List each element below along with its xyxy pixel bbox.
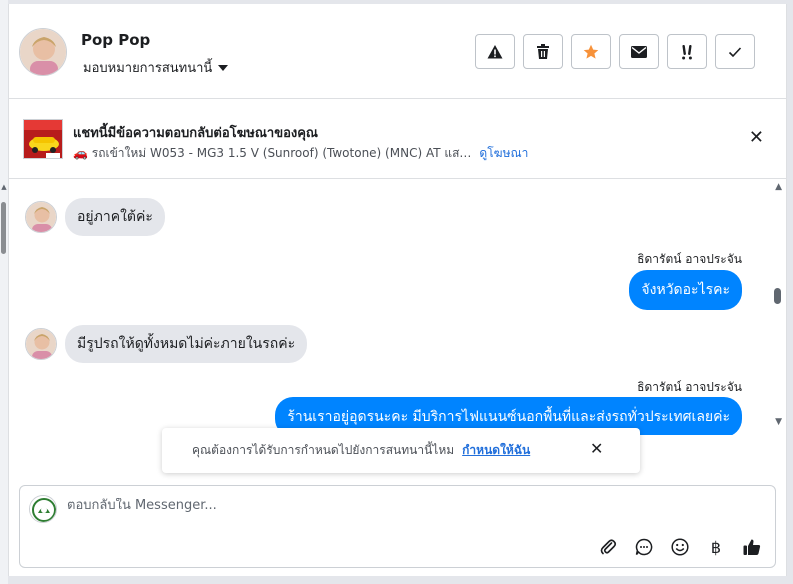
chat-scrollbar-thumb[interactable] — [774, 288, 781, 304]
like-button[interactable] — [741, 536, 763, 558]
contact-name: Pop Pop — [81, 31, 151, 49]
check-icon — [728, 46, 742, 57]
baht-icon: ฿ — [710, 537, 722, 557]
message-sender-name: ธิดารัตน์ อาจประจัน — [637, 380, 742, 394]
assign-to-me-link[interactable]: กำหนดให้ฉัน — [462, 441, 530, 460]
caret-down-icon — [218, 64, 229, 71]
reply-composer: ฿ — [19, 485, 776, 568]
attach-button[interactable] — [597, 536, 619, 558]
message-bubble-outgoing: จังหวัดอะไรคะ — [629, 270, 742, 310]
message-bubble: อยู่ภาคใต้ค่ะ — [65, 198, 165, 236]
message-sender-name: ธิดารัตน์ อาจประจัน — [637, 252, 742, 266]
ad-description: 🚗 รถเข้าใหม่ W053 - MG3 1.5 V (Sunroof) … — [73, 146, 472, 160]
contact-avatar-small[interactable] — [25, 201, 57, 233]
assign-prompt-toast: คุณต้องการได้รับการกำหนดไปยังการสนทนานี้… — [162, 428, 640, 473]
assign-dropdown[interactable]: มอบหมายการสนทนานี้ — [83, 57, 229, 78]
left-scrollbar-track[interactable]: ▲ — [0, 0, 8, 584]
chat-scrollbar[interactable]: ▲ ▼ — [774, 179, 786, 435]
page-avatar — [29, 495, 57, 523]
reply-input[interactable] — [67, 498, 667, 513]
message-incoming: มีรูปรถให้ดูทั้งหมดไม่ค่ะภายในรถค่ะ — [25, 325, 308, 363]
close-icon[interactable]: ✕ — [749, 129, 764, 147]
envelope-icon — [631, 45, 647, 58]
left-scroll-up-arrow[interactable]: ▲ — [0, 182, 8, 192]
saved-reply-button[interactable] — [633, 536, 655, 558]
report-button[interactable] — [475, 34, 515, 69]
contact-avatar[interactable] — [19, 28, 67, 76]
mark-done-button[interactable] — [715, 34, 755, 69]
mark-unread-button[interactable] — [619, 34, 659, 69]
scroll-down-arrow[interactable]: ▼ — [775, 417, 782, 427]
star-button[interactable] — [571, 34, 611, 69]
ad-thumbnail[interactable] — [23, 119, 63, 159]
delete-button[interactable] — [523, 34, 563, 69]
ad-banner-title: แชทนี้มีข้อความตอบกลับต่อโฆษณาของคุณ — [73, 126, 318, 141]
message-incoming: อยู่ภาคใต้ค่ะ — [25, 198, 165, 236]
ad-reply-banner: แชทนี้มีข้อความตอบกลับต่อโฆษณาของคุณ 🚗 ร… — [9, 99, 786, 179]
contact-avatar-small[interactable] — [25, 328, 57, 360]
follow-up-button[interactable] — [667, 34, 707, 69]
alert-triangle-icon — [487, 44, 503, 58]
ad-banner-subtitle: 🚗 รถเข้าใหม่ W053 - MG3 1.5 V (Sunroof) … — [73, 144, 528, 163]
payment-button[interactable]: ฿ — [705, 536, 727, 558]
thumbs-up-icon — [743, 539, 761, 555]
assign-prompt-text: คุณต้องการได้รับการกำหนดไปยังการสนทนานี้… — [192, 443, 455, 457]
message-bubble: มีรูปรถให้ดูทั้งหมดไม่ค่ะภายในรถค่ะ — [65, 325, 308, 363]
header-actions — [475, 34, 755, 69]
left-scrollbar-thumb[interactable] — [1, 202, 6, 254]
view-ad-link[interactable]: ดูโฆษณา — [479, 144, 528, 163]
saved-reply-icon — [635, 538, 653, 556]
conversation-panel: Pop Pop มอบหมายการสนทนานี้ แชทนี้มีข้อคว… — [8, 4, 787, 576]
star-icon — [583, 44, 599, 59]
conversation-header: Pop Pop มอบหมายการสนทนานี้ — [9, 4, 786, 99]
scroll-up-arrow[interactable]: ▲ — [775, 182, 782, 192]
composer-tools: ฿ — [597, 536, 763, 558]
paperclip-icon — [600, 539, 617, 555]
emoji-button[interactable] — [669, 536, 691, 558]
assign-label: มอบหมายการสนทนานี้ — [83, 61, 213, 76]
follow-up-icon — [682, 44, 692, 59]
message-list: อยู่ภาคใต้ค่ะ ธิดารัตน์ อาจประจัน จังหวั… — [9, 179, 786, 435]
emoji-icon — [671, 538, 689, 556]
close-icon[interactable]: ✕ — [590, 441, 603, 457]
trash-icon — [537, 43, 549, 59]
